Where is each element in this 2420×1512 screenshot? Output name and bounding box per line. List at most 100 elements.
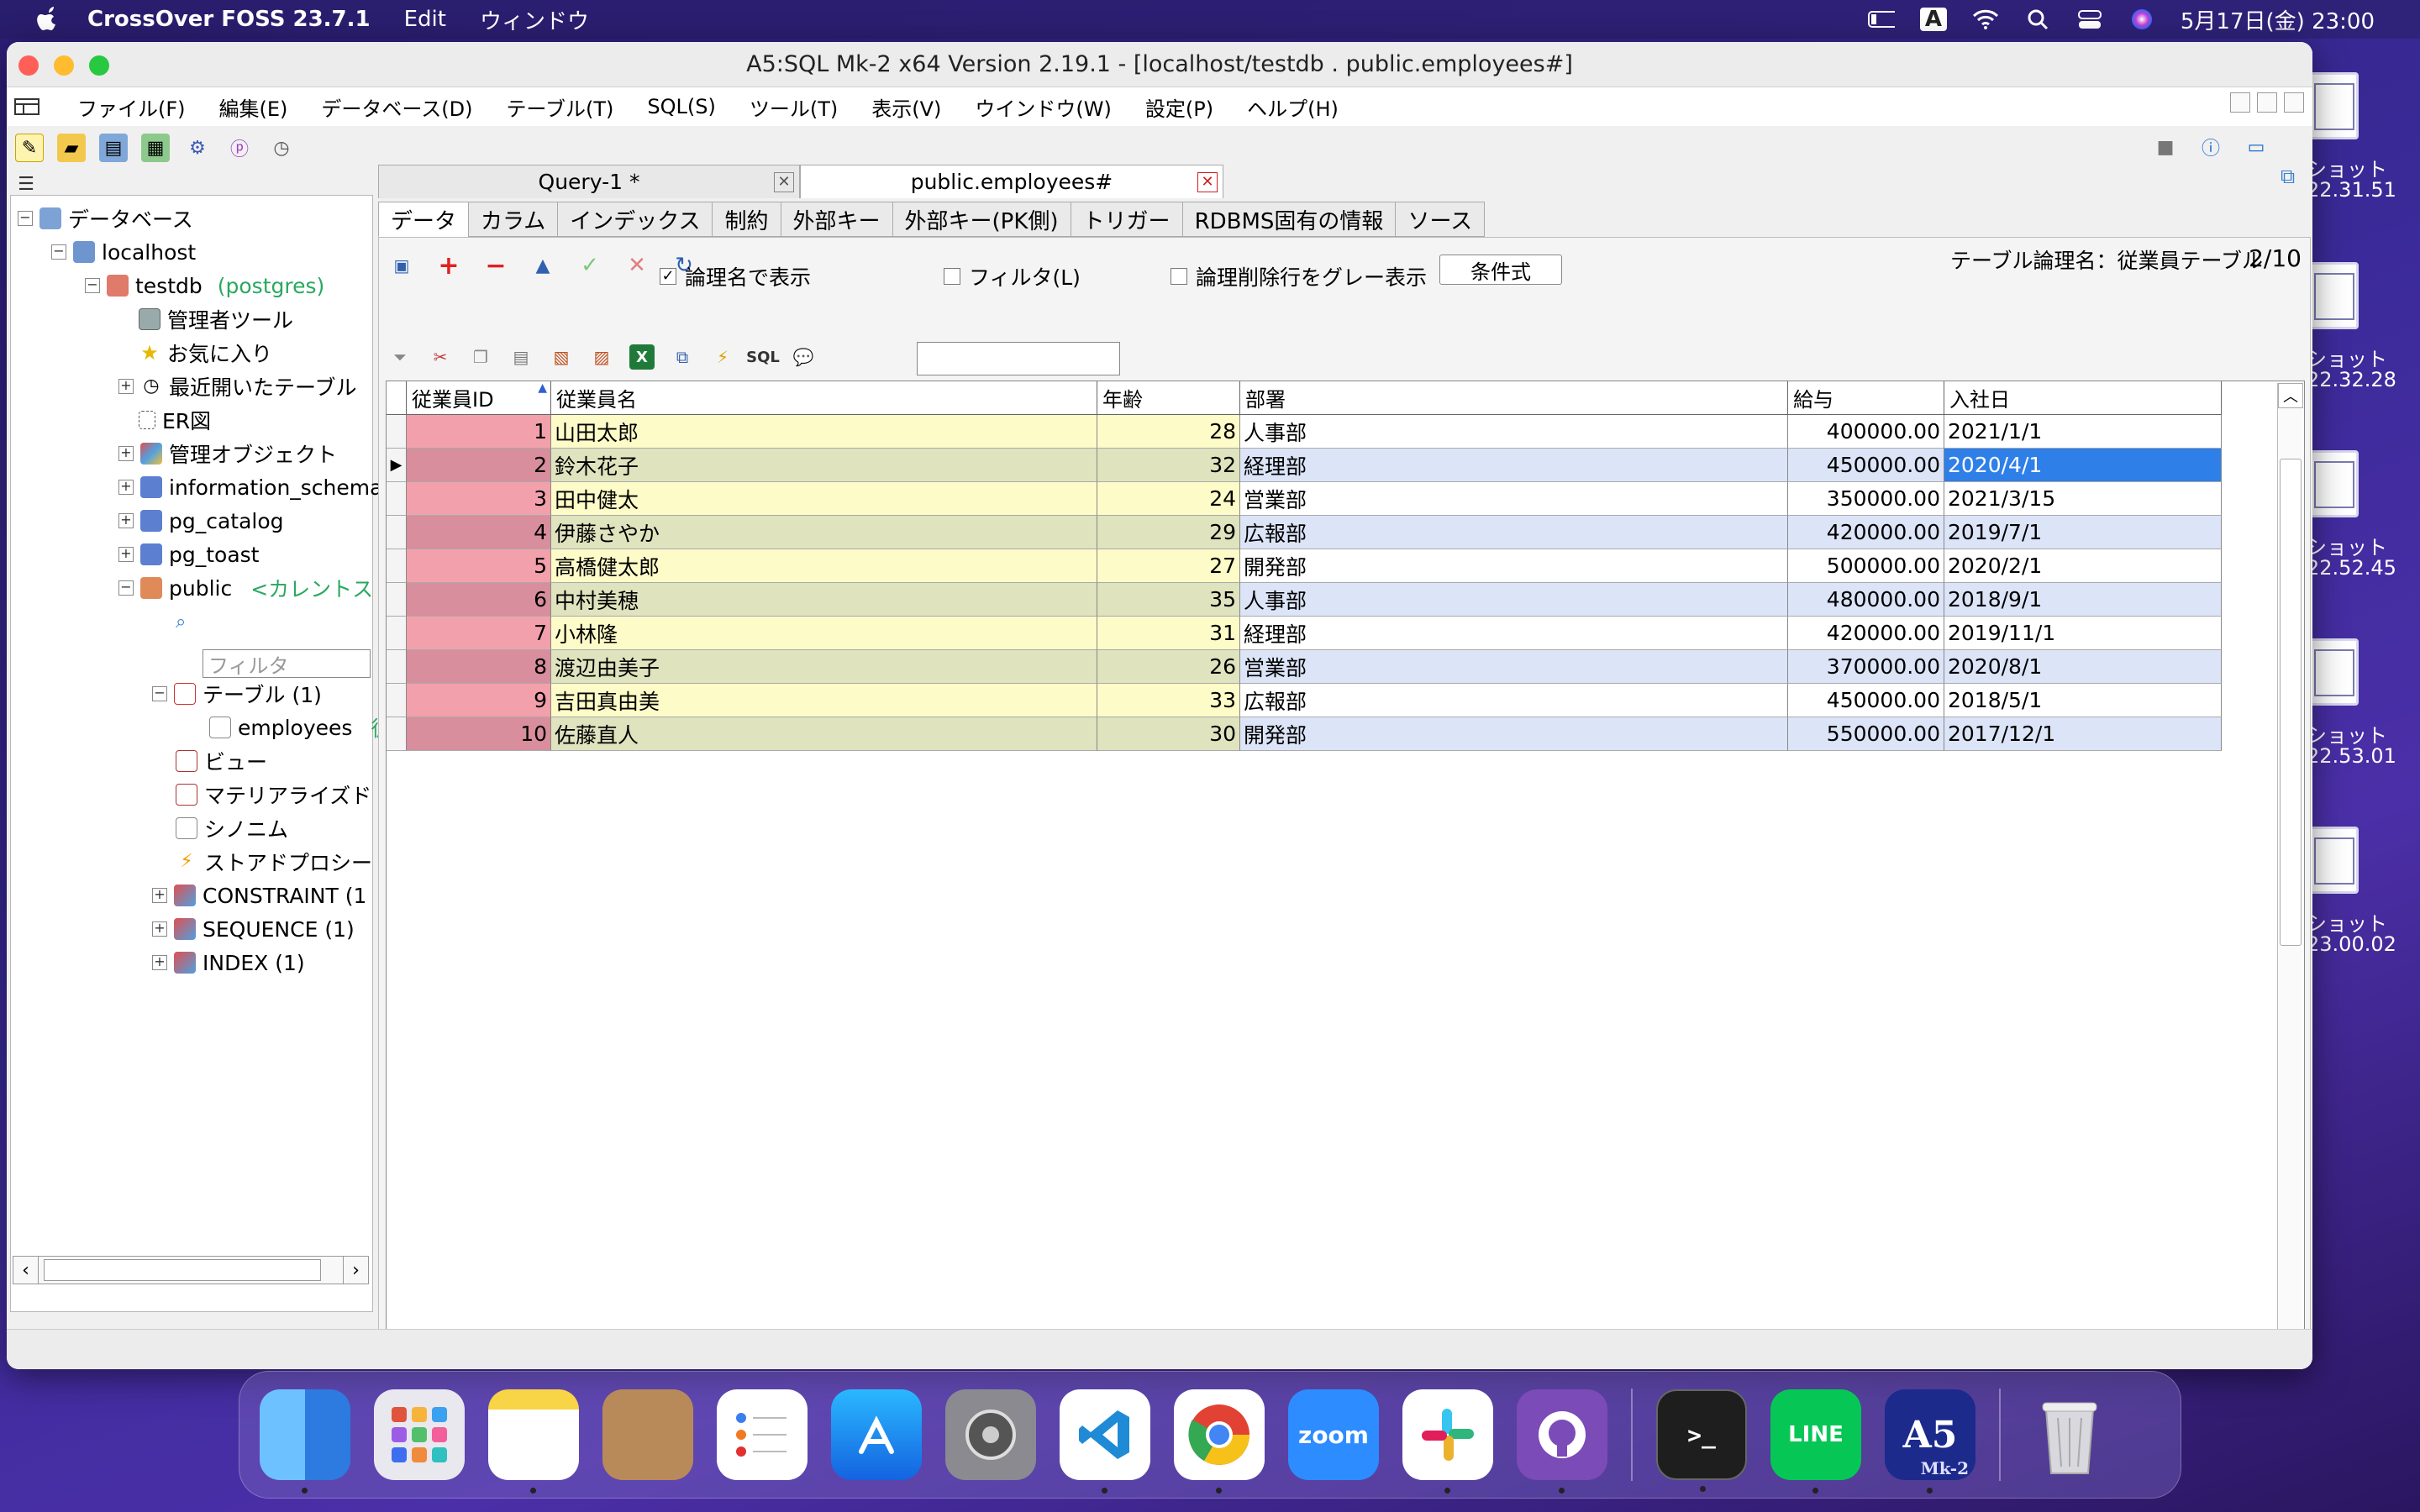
cell-name[interactable]: 佐藤直人 xyxy=(551,717,1097,751)
menu-edit[interactable]: 編集(E) xyxy=(203,92,305,122)
cell-name[interactable]: 伊藤さやか xyxy=(551,516,1097,549)
row-indicator[interactable] xyxy=(387,583,407,617)
cell-dept[interactable]: 開発部 xyxy=(1240,717,1788,751)
cell-dept[interactable]: 経理部 xyxy=(1240,449,1788,482)
desktop-screenshot-file[interactable]: ショット 22.31.51 xyxy=(2307,72,2420,207)
collapse-icon[interactable]: − xyxy=(152,686,167,701)
collapse-icon[interactable]: − xyxy=(118,580,134,596)
subtab-columns[interactable]: カラム xyxy=(468,202,559,237)
cell-name[interactable]: 小林隆 xyxy=(551,617,1097,650)
row-indicator[interactable]: ▶ xyxy=(387,449,407,482)
cell-salary[interactable]: 350000.00 xyxy=(1788,482,1944,516)
cell-hire-date[interactable]: 2019/11/1 xyxy=(1944,617,2222,650)
database-icon[interactable]: ▤ xyxy=(99,134,128,162)
paste-icon[interactable]: ▤ xyxy=(508,344,534,370)
cell-name[interactable]: 山田太郎 xyxy=(551,415,1097,449)
cell-name[interactable]: 渡辺由美子 xyxy=(551,650,1097,684)
cell-id[interactable]: 10 xyxy=(407,717,551,751)
cell-id[interactable]: 7 xyxy=(407,617,551,650)
tree-node-admin-tool[interactable]: 管理者ツール xyxy=(139,303,293,335)
tree-node-favorites[interactable]: ★ お気に入り xyxy=(139,337,272,369)
gear-icon[interactable]: ⚙ xyxy=(183,134,212,162)
table-row[interactable]: 7 小林隆 31 経理部 420000.00 2019/11/1 xyxy=(387,617,2222,650)
control-center-icon[interactable] xyxy=(2076,8,2103,31)
checkbox-unchecked[interactable] xyxy=(944,268,960,285)
table-row[interactable]: 1 山田太郎 28 人事部 400000.00 2021/1/1 xyxy=(387,415,2222,449)
row-indicator[interactable] xyxy=(387,549,407,583)
open-folder-icon[interactable]: ▰ xyxy=(57,134,86,162)
table-row[interactable]: 5 高橋健太郎 27 開発部 500000.00 2020/2/1 xyxy=(387,549,2222,583)
table-row[interactable]: 6 中村美穂 35 人事部 480000.00 2018/9/1 xyxy=(387,583,2222,617)
cell-hire-date[interactable]: 2018/5/1 xyxy=(1944,684,2222,717)
ruler-icon[interactable]: ▭ xyxy=(2242,133,2270,161)
cell-salary[interactable]: 480000.00 xyxy=(1788,583,1944,617)
excel-icon[interactable]: X xyxy=(629,344,655,370)
terminal-icon[interactable]: >_ xyxy=(1656,1389,1747,1492)
subtab-indexes[interactable]: インデックス xyxy=(557,202,713,237)
tree-node-synonyms[interactable]: シノニム xyxy=(176,812,288,844)
plugin-icon[interactable]: ⓟ xyxy=(225,134,254,162)
tree-node-employees[interactable]: employees従 xyxy=(209,711,392,743)
table-row[interactable]: 3 田中健太 24 営業部 350000.00 2021/3/15 xyxy=(387,482,2222,516)
add-row-icon[interactable]: + xyxy=(434,251,463,281)
desktop-screenshot-file[interactable]: ショット 22.52.45 xyxy=(2307,450,2420,585)
menubar-app-name[interactable]: CrossOver FOSS 23.7.1 xyxy=(87,7,371,32)
tree-node-pg-toast[interactable]: + pg_toast xyxy=(118,538,259,570)
grid-search-input[interactable] xyxy=(917,342,1120,375)
battery-icon[interactable] xyxy=(1867,8,1895,31)
mdi-restore-icon[interactable] xyxy=(2257,92,2277,113)
cell-id[interactable]: 1 xyxy=(407,415,551,449)
cell-hire-date[interactable]: 2020/4/1 xyxy=(1944,449,2222,482)
tree-filter-input[interactable]: フィルタ xyxy=(203,649,371,678)
cell-id[interactable]: 9 xyxy=(407,684,551,717)
subtab-triggers[interactable]: トリガー xyxy=(1070,202,1183,237)
row-indicator[interactable] xyxy=(387,617,407,650)
tree-toggle-icon[interactable]: ☰ xyxy=(12,170,40,198)
window-titlebar[interactable]: A5:SQL Mk-2 x64 Version 2.19.1 - [localh… xyxy=(7,42,2312,87)
tree-horizontal-scrollbar[interactable]: ‹ › xyxy=(13,1256,369,1284)
cell-dept[interactable]: 営業部 xyxy=(1240,482,1788,516)
cell-id[interactable]: 6 xyxy=(407,583,551,617)
copy-window-icon[interactable]: ⧉ xyxy=(2281,165,2306,190)
commit-icon[interactable]: ✓ xyxy=(576,251,604,280)
expand-icon[interactable]: + xyxy=(152,955,167,970)
cell-dept[interactable]: 人事部 xyxy=(1240,583,1788,617)
tree-node-localhost[interactable]: − localhost xyxy=(51,236,196,268)
expand-icon[interactable]: + xyxy=(118,446,134,461)
column-header-age[interactable]: 年齢 xyxy=(1097,381,1240,415)
tab-public-employees[interactable]: public.employees# ✕ xyxy=(800,165,1223,198)
collapse-icon[interactable]: − xyxy=(51,244,66,260)
table-row[interactable]: ▶ 2 鈴木花子 32 経理部 450000.00 2020/4/1 xyxy=(387,449,2222,482)
cell-hire-date[interactable]: 2017/12/1 xyxy=(1944,717,2222,751)
grid-vertical-scrollbar[interactable]: ︿ ﹀ xyxy=(2277,383,2303,1361)
logical-name-checkbox[interactable]: ✓ 論理名で表示 xyxy=(660,261,811,291)
minimize-window-icon[interactable] xyxy=(54,55,74,76)
expand-icon[interactable]: + xyxy=(118,379,134,394)
menu-help[interactable]: ヘルプ(H) xyxy=(1230,92,1355,122)
siri-icon[interactable] xyxy=(2128,8,2155,31)
expand-icon[interactable]: + xyxy=(118,547,134,562)
spotlight-icon[interactable] xyxy=(2024,8,2051,31)
cell-salary[interactable]: 420000.00 xyxy=(1788,617,1944,650)
reminders-icon[interactable] xyxy=(717,1389,808,1480)
collapse-icon[interactable]: − xyxy=(18,211,33,226)
cell-salary[interactable]: 420000.00 xyxy=(1788,516,1944,549)
row-indicator[interactable] xyxy=(387,516,407,549)
column-header-name[interactable]: 従業員名 xyxy=(551,381,1097,415)
desktop-screenshot-file[interactable]: ショット 22.32.28 xyxy=(2307,262,2420,396)
cell-hire-date[interactable]: 2020/2/1 xyxy=(1944,549,2222,583)
cell-hire-date[interactable]: 2019/7/1 xyxy=(1944,516,2222,549)
tree-node-matviews[interactable]: マテリアライズド xyxy=(176,779,371,811)
row-indicator[interactable] xyxy=(387,415,407,449)
cell-hire-date[interactable]: 2020/8/1 xyxy=(1944,650,2222,684)
gray-deleted-checkbox[interactable]: 論理削除行をグレー表示 xyxy=(1171,261,1427,291)
subtab-foreign-keys[interactable]: 外部キー xyxy=(780,202,893,237)
menubar-edit[interactable]: Edit xyxy=(404,7,446,32)
close-tab-icon[interactable]: ✕ xyxy=(774,172,794,192)
column-header-id[interactable]: 従業員ID ▲ xyxy=(407,381,551,415)
mdi-minimize-icon[interactable] xyxy=(2230,92,2250,113)
mdi-close-icon[interactable] xyxy=(2284,92,2304,113)
cell-dept[interactable]: 広報部 xyxy=(1240,684,1788,717)
close-tab-icon[interactable]: ✕ xyxy=(1197,172,1218,192)
row-indicator[interactable] xyxy=(387,482,407,516)
